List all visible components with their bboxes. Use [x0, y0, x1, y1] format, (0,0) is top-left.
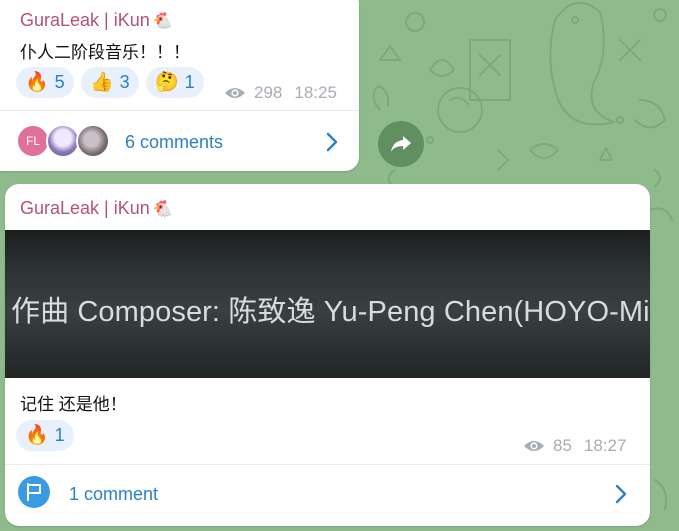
reaction-thumbs-up[interactable]: 👍 3	[81, 67, 139, 98]
fire-emoji-icon: 🔥	[25, 72, 49, 93]
view-count: 85	[553, 436, 572, 455]
comments-label: 1 comment	[69, 484, 159, 504]
comment-flag-badge	[18, 476, 50, 508]
chicken-emoji: 🐔	[152, 13, 173, 30]
message-bubble-1[interactable]: GuraLeak | iKun 🐔 仆人二阶段音乐！！！ 🔥 5 👍 3 🤔 1 …	[0, 0, 359, 171]
message-text: 仆人二阶段音乐！！！	[20, 43, 190, 62]
message-meta: 298 18:25	[224, 83, 337, 103]
message-time: 18:27	[583, 436, 627, 455]
thinking-emoji-icon: 🤔	[155, 72, 179, 93]
video-thumbnail[interactable]: 作曲 Composer: 陈致逸 Yu-Peng Chen(HOYO-MiX)	[5, 230, 650, 378]
reaction-count: 5	[54, 72, 65, 92]
reaction-count: 3	[119, 72, 130, 92]
message-bubble-2[interactable]: GuraLeak | iKun 🐔 作曲 Composer: 陈致逸 Yu-Pen…	[5, 184, 650, 526]
avatar	[46, 124, 80, 158]
forward-arrow-icon	[391, 136, 411, 152]
comments-button[interactable]: 1 comment	[5, 465, 650, 523]
comments-label: 6 comments	[125, 132, 224, 152]
message-text: 记住 还是他！	[20, 395, 127, 414]
sender-name-text: GuraLeak | iKun	[20, 198, 150, 218]
flag-icon	[27, 483, 41, 501]
reaction-fire[interactable]: 🔥 1	[16, 420, 74, 451]
forward-button[interactable]	[378, 121, 424, 167]
reaction-count: 1	[184, 72, 195, 92]
sender-name[interactable]: GuraLeak | iKun 🐔	[20, 198, 173, 219]
message-meta: 85 18:27	[523, 436, 626, 456]
comments-button[interactable]: FL 6 comments	[0, 111, 359, 171]
views-eye-icon	[225, 88, 245, 98]
views-eye-icon	[524, 441, 544, 451]
reaction-fire[interactable]: 🔥 5	[16, 67, 74, 98]
sender-name[interactable]: GuraLeak | iKun 🐔	[20, 10, 173, 31]
avatar	[76, 124, 110, 158]
reaction-count: 1	[54, 425, 65, 445]
view-count: 298	[254, 83, 283, 102]
avatar-initials: FL	[25, 134, 40, 148]
thumbs-up-emoji-icon: 👍	[90, 72, 114, 93]
chevron-right-icon	[326, 132, 338, 152]
avatar: FL	[16, 124, 50, 158]
reaction-thinking[interactable]: 🤔 1	[146, 67, 204, 98]
chicken-emoji: 🐔	[152, 201, 173, 218]
chevron-right-icon	[615, 484, 627, 504]
video-caption-text: 作曲 Composer: 陈致逸 Yu-Peng Chen(HOYO-MiX)	[11, 296, 650, 328]
message-time: 18:25	[294, 83, 337, 102]
sender-name-text: GuraLeak | iKun	[20, 10, 150, 30]
fire-emoji-icon: 🔥	[25, 425, 49, 446]
